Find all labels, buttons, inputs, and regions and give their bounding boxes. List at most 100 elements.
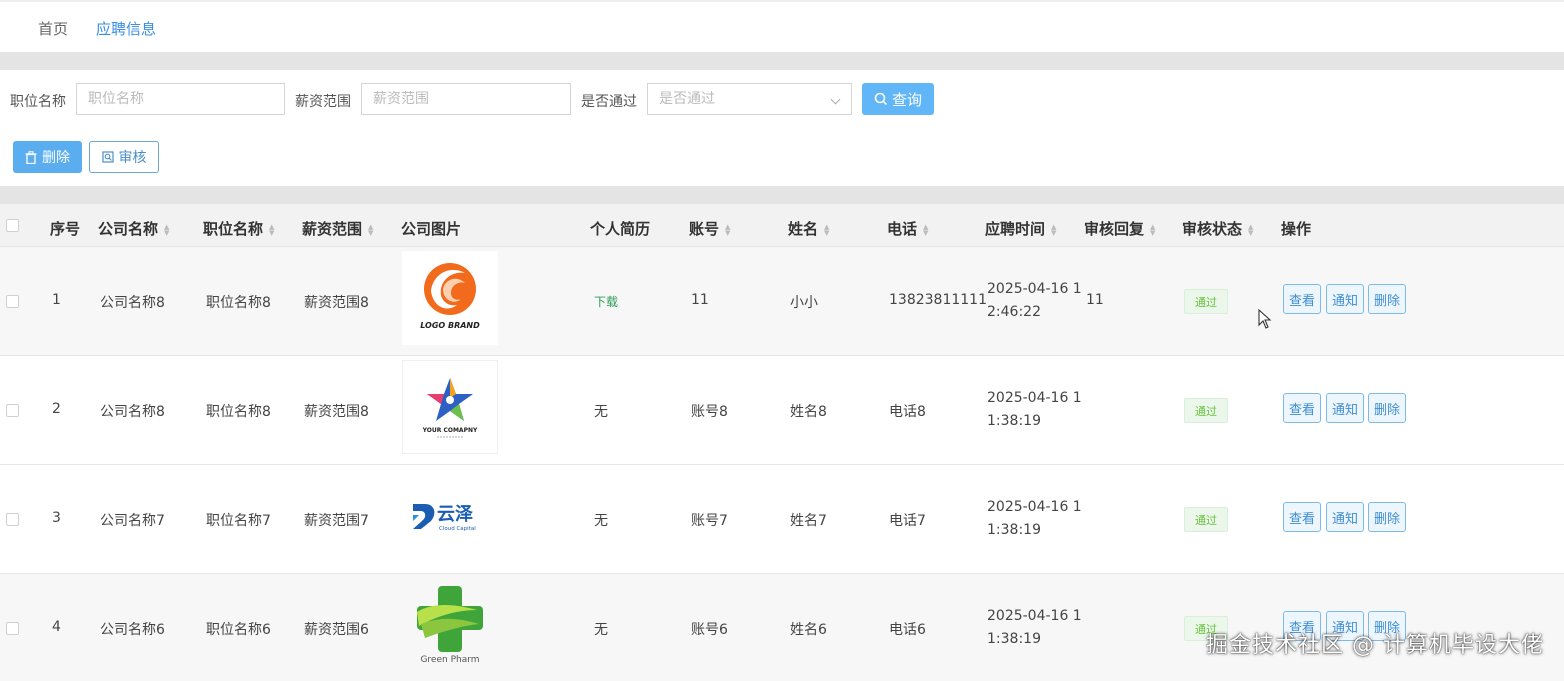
sort-icon[interactable]: ▲ ▼ [1051,223,1056,236]
notify-button[interactable]: 通知 [1326,284,1364,314]
row-index: 4 [52,619,61,635]
resume-download-link[interactable]: 下载 [594,293,618,310]
view-button[interactable]: 查看 [1283,502,1321,532]
pass-filter-placeholder: 是否通过 [659,91,715,107]
row-time-line2: 1:38:19 [987,413,1041,429]
row-checkbox[interactable] [6,404,19,417]
job-filter-input[interactable]: 职位名称 [76,83,285,115]
status-badge: 通过 [1184,507,1228,532]
table-row: 1 公司名称8 职位名称8 薪资范围8 LOGO BRAND 下载 11 小小 … [0,247,1564,356]
table-header: 序号 公司名称 ▲ ▼ 职位名称 ▲ ▼ 薪资范围 ▲ ▼ 公司图片 个人简历 账号 ▲ ▼ 姓… [0,204,1564,247]
notify-button[interactable]: 通知 [1326,393,1364,423]
delete-row-button[interactable]: 删除 [1368,393,1406,423]
audit-button[interactable]: 审核 [89,141,159,173]
chevron-down-icon [830,94,841,105]
row-checkbox[interactable] [6,513,19,526]
row-resume: 无 [594,513,608,529]
audit-button-label: 审核 [118,150,147,166]
view-button[interactable]: 查看 [1283,393,1321,423]
row-time-line2: 2:46:22 [987,304,1041,320]
company-logo-image[interactable]: LOGO BRAND [402,251,498,345]
row-time-line1: 2025-04-16 1 [987,608,1082,624]
search-panel: 职位名称 职位名称 薪资范围 薪资范围 是否通过 是否通过 查询 删除 审核 [0,70,1564,186]
row-time-line2: 1:38:19 [987,631,1041,647]
row-index: 3 [52,510,61,526]
row-time-line2: 1:38:19 [987,522,1041,538]
your-company-image: YOUR COMAPNY [422,378,478,438]
row-resume: 无 [594,622,608,638]
logo-brand-text: LOGO BRAND [420,321,480,330]
row-salary: 薪资范围7 [304,513,369,529]
row-phone: 电话7 [889,513,926,529]
header-job[interactable]: 职位名称 ▲ ▼ [203,218,274,239]
row-time-line1: 2025-04-16 1 [987,281,1082,297]
sort-icon[interactable]: ▲ ▼ [164,223,169,236]
sort-icon[interactable]: ▲ ▼ [1150,223,1155,236]
header-account[interactable]: 账号 ▲ ▼ [689,218,730,239]
company-logo-image[interactable]: 云泽 Cloud Capital [402,469,498,563]
row-company: 公司名称8 [100,404,165,420]
cloud-capital-cn: 云泽 [437,504,473,525]
status-badge: 通过 [1184,289,1228,314]
row-account: 账号7 [691,513,728,529]
search-icon [874,92,888,106]
header-name[interactable]: 姓名 ▲ ▼ [788,218,829,239]
cloud-capital-en: Cloud Capital [439,526,476,532]
row-reply: 11 [1086,292,1104,308]
top-navigation: 首页 应聘信息 [0,0,1564,52]
breadcrumb-current[interactable]: 应聘信息 [96,18,156,39]
row-job: 职位名称6 [206,622,271,638]
row-salary: 薪资范围8 [304,295,369,311]
row-index: 2 [52,401,61,417]
notify-button[interactable]: 通知 [1326,502,1364,532]
sort-icon[interactable]: ▲ ▼ [725,223,730,236]
table-row: 2 公司名称8 职位名称8 薪资范围8 YOUR COMAPNY 无 账号8 姓… [0,356,1564,465]
row-checkbox[interactable] [6,295,19,308]
audit-icon [101,151,114,163]
sort-icon[interactable]: ▲ ▼ [269,223,274,236]
sort-icon[interactable]: ▲ ▼ [368,223,373,236]
select-all-checkbox[interactable] [6,219,19,232]
header-salary[interactable]: 薪资范围 ▲ ▼ [302,218,373,239]
breadcrumb-home[interactable]: 首页 [38,18,68,39]
header-name-label: 姓名 [788,220,819,238]
row-company: 公司名称7 [100,513,165,529]
header-phone[interactable]: 电话 ▲ ▼ [887,218,928,239]
header-reply[interactable]: 审核回复 ▲ ▼ [1084,218,1155,239]
batch-delete-button[interactable]: 删除 [13,141,82,173]
status-badge: 通过 [1184,398,1228,423]
header-status-label: 审核状态 [1182,220,1243,238]
delete-row-button[interactable]: 删除 [1368,502,1406,532]
delete-row-button[interactable]: 删除 [1368,284,1406,314]
header-time[interactable]: 应聘时间 ▲ ▼ [985,218,1056,239]
pass-filter-select[interactable]: 是否通过 [647,83,852,115]
row-account: 账号8 [691,404,728,420]
row-resume: 无 [594,404,608,420]
row-job: 职位名称8 [206,404,271,420]
query-button[interactable]: 查询 [862,83,934,115]
row-salary: 薪资范围6 [304,622,369,638]
row-name: 姓名7 [790,513,827,529]
cloud-capital-image: 云泽 Cloud Capital [413,504,476,532]
sort-icon[interactable]: ▲ ▼ [1248,223,1253,236]
row-checkbox[interactable] [6,622,19,635]
row-job: 职位名称8 [206,295,271,311]
header-company-label: 公司名称 [98,220,159,238]
salary-filter-input[interactable]: 薪资范围 [361,83,571,115]
company-logo-image[interactable]: YOUR COMAPNY [402,360,498,454]
header-company[interactable]: 公司名称 ▲ ▼ [98,218,169,239]
row-index: 1 [52,292,61,308]
sort-icon[interactable]: ▲ ▼ [824,223,829,236]
header-phone-label: 电话 [887,220,918,238]
watermark-text: 掘金技术社区 @ 计算机毕设大佬 [1206,633,1544,658]
logo-brand-image: LOGO BRAND [420,263,480,330]
header-ops: 操作 [1281,220,1312,238]
row-job: 职位名称7 [206,513,271,529]
company-logo-image[interactable]: Green Pharm [402,578,498,672]
row-name: 小小 [790,295,818,311]
view-button[interactable]: 查看 [1283,284,1321,314]
batch-delete-label: 删除 [42,150,70,166]
sort-icon[interactable]: ▲ ▼ [923,223,928,236]
header-index: 序号 [50,220,81,238]
header-status[interactable]: 审核状态 ▲ ▼ [1182,218,1253,239]
